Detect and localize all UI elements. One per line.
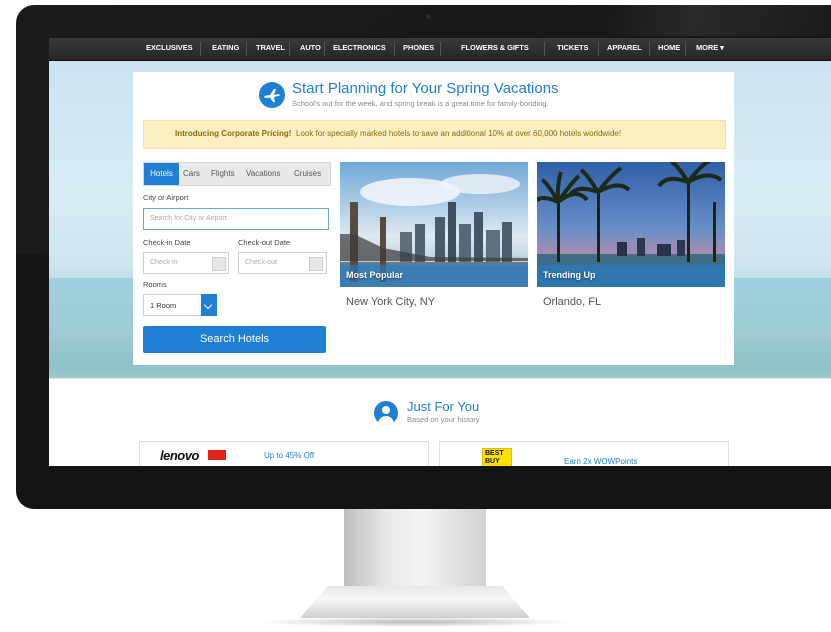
- checkin-placeholder: Check-in: [150, 259, 178, 266]
- chevron-down-icon[interactable]: [201, 294, 217, 316]
- top-navigation: EXCLUSIVES EATING TRAVEL AUTO ELECTRONIC…: [49, 38, 831, 61]
- card-tag: Most Popular: [346, 270, 404, 280]
- offer-card-lenovo[interactable]: lenovo Up to 45% Off: [139, 441, 429, 466]
- rooms-select[interactable]: 1 Room: [143, 294, 217, 316]
- card-trending-up[interactable]: Trending Up: [537, 162, 725, 287]
- nav-divider: [598, 42, 599, 56]
- tab-vacations[interactable]: Vacations: [246, 163, 281, 185]
- nav-item-phones[interactable]: PHONES: [403, 38, 434, 60]
- bestbuy-logo-text: BEST BUY: [485, 450, 504, 465]
- monitor-stand-base: [300, 586, 530, 618]
- nav-item-auto[interactable]: AUTO: [300, 38, 321, 60]
- calendar-icon[interactable]: [212, 257, 226, 271]
- nav-divider: [246, 42, 247, 56]
- section-subtitle: Based on your history: [407, 415, 480, 424]
- nav-divider: [200, 42, 201, 56]
- nav-divider: [440, 42, 441, 56]
- camera-icon: [426, 14, 431, 19]
- city-name[interactable]: New York City, NY: [346, 296, 435, 308]
- tab-cars[interactable]: Cars: [183, 163, 200, 185]
- offer-card-bestbuy[interactable]: BEST BUY Earn 2x WOWPoints: [439, 441, 729, 466]
- stand-shadow: [255, 617, 575, 627]
- nav-item-electronics[interactable]: ELECTRONICS: [333, 38, 386, 60]
- checkin-label: Check-in Date: [143, 238, 191, 247]
- browser-screen: EXCLUSIVES EATING TRAVEL AUTO ELECTRONIC…: [49, 38, 831, 466]
- nav-divider: [649, 42, 650, 56]
- calendar-icon[interactable]: [309, 257, 323, 271]
- nav-item-eating[interactable]: EATING: [212, 38, 239, 60]
- search-hotels-button[interactable]: Search Hotels: [143, 326, 326, 353]
- checkin-input[interactable]: Check-in: [143, 252, 229, 274]
- rooms-value: 1 Room: [150, 301, 177, 310]
- search-tabs: Hotels Cars Flights Vacations Cruises: [143, 162, 331, 186]
- planner-panel: Start Planning for Your Spring Vacations…: [133, 72, 734, 365]
- city-name[interactable]: Orlando, FL: [543, 296, 601, 308]
- promo-title: Introducing Corporate Pricing!: [175, 129, 292, 138]
- screen-glare: [605, 0, 831, 36]
- nav-item-travel[interactable]: TRAVEL: [256, 38, 285, 60]
- checkout-label: Check-out Date: [238, 238, 291, 247]
- tab-cruises[interactable]: Cruises: [294, 163, 321, 185]
- nav-item-apparel[interactable]: APPAREL: [607, 38, 642, 60]
- just-for-you-section: Just For You Based on your history lenov…: [49, 378, 831, 466]
- page-subtitle: School's out for the week, and spring br…: [292, 99, 549, 108]
- card-tag: Trending Up: [543, 270, 596, 280]
- nav-divider: [544, 42, 545, 56]
- nav-divider: [324, 42, 325, 56]
- city-placeholder: Search for City or Airport: [150, 215, 227, 222]
- offer-text: Up to 45% Off: [264, 451, 315, 460]
- section-title: Just For You: [407, 399, 480, 414]
- monitor-stand-neck: [344, 509, 486, 589]
- checkout-placeholder: Check-out: [245, 259, 277, 266]
- rooms-label: Rooms: [143, 280, 167, 289]
- nav-item-home[interactable]: HOME: [658, 38, 680, 60]
- airplane-icon: [259, 82, 285, 108]
- lenovo-badge: [208, 450, 226, 460]
- nav-item-tickets[interactable]: TICKETS: [557, 38, 588, 60]
- nav-item-more[interactable]: MORE ▾: [696, 38, 724, 60]
- nav-divider: [394, 42, 395, 56]
- lenovo-logo: lenovo: [160, 448, 199, 463]
- promo-text: Look for specially marked hotels to save…: [296, 129, 622, 138]
- nav-item-exclusives[interactable]: EXCLUSIVES: [146, 38, 193, 60]
- user-icon: [374, 401, 398, 425]
- city-search-input[interactable]: Search for City or Airport: [143, 208, 329, 230]
- card-most-popular[interactable]: Most Popular: [340, 162, 528, 287]
- tab-flights[interactable]: Flights: [211, 163, 235, 185]
- nav-item-flowers-gifts[interactable]: FLOWERS & GIFTS: [461, 38, 529, 60]
- offer-text: Earn 2x WOWPoints: [564, 457, 638, 466]
- checkout-input[interactable]: Check-out: [238, 252, 327, 274]
- promo-banner: Introducing Corporate Pricing! Look for …: [143, 120, 726, 149]
- page-title: Start Planning for Your Spring Vacations: [292, 80, 559, 97]
- nav-divider: [685, 42, 686, 56]
- city-label: City or Airport: [143, 193, 189, 202]
- bestbuy-logo: BEST BUY: [482, 448, 512, 466]
- nav-divider: [289, 42, 290, 56]
- tab-hotels[interactable]: Hotels: [144, 163, 179, 185]
